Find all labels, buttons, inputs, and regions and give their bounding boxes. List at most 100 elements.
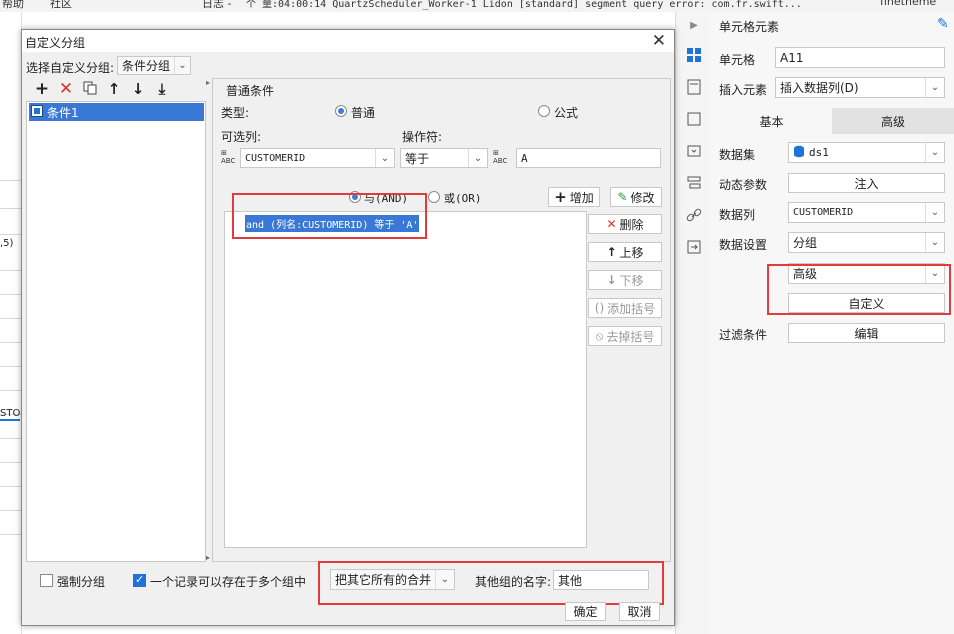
- data-setting-label: 数据设置: [719, 238, 768, 252]
- background-sheet: ,5) STO: [0, 12, 22, 634]
- tab-advanced[interactable]: 高级: [832, 108, 954, 134]
- force-group-label: 强制分组: [57, 575, 106, 589]
- tree-item[interactable]: 条件1: [29, 103, 204, 121]
- cell-icon: [31, 104, 43, 120]
- insert-element-select[interactable]: 插入数据列(D) ⌄: [775, 77, 945, 98]
- chevron-down-icon: ⌄: [375, 149, 394, 167]
- radio-or-label: 或(OR): [444, 192, 482, 205]
- value-input[interactable]: A: [516, 148, 661, 168]
- delete-button[interactable]: ✕ 删除: [588, 214, 662, 234]
- add-icon: +: [554, 188, 567, 206]
- custom-group-dialog: 自定义分组 ✕ 选择自定义分组: 条件分组 ⌄ + ✕ ↑ ↓ ⤓ 条件1 ▸ ▸…: [21, 29, 675, 626]
- cell-label: 单元格: [719, 53, 756, 67]
- background-toolbar: 帮助 社区 日志 - 个 量:04:00:14 QuartzScheduler_…: [0, 0, 954, 12]
- operator-select[interactable]: 等于 ⌄: [400, 148, 488, 168]
- add-bracket-button[interactable]: () 添加括号: [588, 298, 662, 318]
- chevron-down-icon: ⌄: [925, 143, 944, 162]
- operator-label: 操作符:: [402, 130, 443, 144]
- multi-group-checkbox[interactable]: [133, 573, 146, 587]
- ok-button[interactable]: 确定: [565, 602, 606, 621]
- tab-basic[interactable]: 基本: [711, 108, 832, 134]
- dialog-title: 自定义分组: [25, 36, 86, 50]
- data-setting-select[interactable]: 分组 ⌄: [788, 232, 945, 253]
- dynamic-param-label: 动态参数: [719, 178, 768, 192]
- data-column-value: CUSTOMERID: [793, 207, 854, 218]
- hyperlink-icon[interactable]: [685, 206, 703, 224]
- radio-formula-label: 公式: [554, 106, 579, 120]
- cell-element-panel: 单元格元素 ✎ 单元格 A11 插入元素 插入数据列(D) ⌄ 基本 高级 数据…: [711, 12, 954, 634]
- radio-normal-label: 普通: [351, 106, 376, 120]
- remove-bracket-icon: ⦸: [595, 328, 604, 343]
- edit-icon[interactable]: ✎: [937, 16, 949, 32]
- highlight-box: [232, 193, 427, 239]
- filter-label: 过滤条件: [719, 328, 768, 342]
- data-column-select[interactable]: CUSTOMERID ⌄: [788, 202, 945, 223]
- data-setting-value: 分组: [793, 236, 818, 250]
- section-title: 普通条件: [224, 82, 277, 99]
- insert-element-value: 插入数据列(D): [780, 81, 859, 95]
- cancel-button[interactable]: 取消: [619, 602, 660, 621]
- highlight-box: [767, 264, 951, 315]
- cell-attribute-icon[interactable]: [685, 78, 703, 96]
- choose-group-label: 选择自定义分组:: [26, 61, 115, 75]
- close-icon[interactable]: ✕: [652, 31, 666, 51]
- export-icon[interactable]: [685, 238, 703, 256]
- bg-cell-text: STO: [0, 408, 21, 421]
- condition-attribute-icon[interactable]: [685, 174, 703, 192]
- move-down-button[interactable]: ↓ 下移: [588, 270, 662, 290]
- filter-edit-button[interactable]: 编辑: [788, 323, 945, 343]
- dialog-titlebar: 自定义分组 ✕: [22, 30, 674, 52]
- bg-log-text: 个 量:04:00:14 QuartzScheduler_Worker-1 Li…: [246, 0, 802, 10]
- data-column-label: 数据列: [719, 208, 756, 222]
- database-icon: [793, 145, 805, 161]
- column-value: CUSTOMERID: [245, 152, 306, 164]
- copy-icon[interactable]: [80, 81, 100, 98]
- chevron-down-icon: ⌄: [925, 203, 944, 222]
- add-condition-button[interactable]: + 增加: [548, 187, 600, 207]
- bg-theme-label: finetheme: [880, 0, 937, 8]
- operator-value: 等于: [405, 151, 430, 166]
- modify-condition-button[interactable]: ✎ 修改: [610, 187, 662, 207]
- tree-toolbar: + ✕ ↑ ↓ ⤓: [26, 78, 206, 100]
- column-select[interactable]: CUSTOMERID ⌄: [240, 148, 395, 168]
- group-type-select[interactable]: 条件分组 ⌄: [117, 56, 191, 75]
- condition-tree: 条件1: [26, 101, 206, 562]
- radio-or[interactable]: [428, 191, 440, 203]
- dataset-select[interactable]: ds1 ⌄: [788, 142, 945, 163]
- remove-bracket-button[interactable]: ⦸ 去掉括号: [588, 326, 662, 346]
- arrow-down-icon[interactable]: ↓: [128, 80, 148, 98]
- widget-icon[interactable]: [685, 142, 703, 160]
- move-up-button[interactable]: ↑ 上移: [588, 242, 662, 262]
- collapse-arrow-icon[interactable]: ▶: [685, 16, 703, 34]
- abc-icon: ⊞ ABC: [221, 149, 236, 165]
- dataset-value: ds1: [809, 146, 829, 159]
- radio-formula[interactable]: [538, 105, 550, 117]
- delete-icon[interactable]: ✕: [56, 79, 76, 99]
- border-icon[interactable]: [685, 110, 703, 128]
- edit-icon: ✎: [617, 190, 628, 204]
- add-icon[interactable]: +: [32, 79, 52, 99]
- arrow-up-icon[interactable]: ↑: [104, 80, 124, 98]
- chevron-down-icon: ⌄: [174, 57, 190, 74]
- inject-button[interactable]: 注入: [788, 173, 945, 193]
- move-bottom-icon[interactable]: ⤓: [152, 80, 172, 98]
- arrow-up-icon: ↑: [606, 245, 617, 259]
- cell-input[interactable]: A11: [775, 47, 945, 68]
- group-type-value: 条件分组: [122, 59, 171, 73]
- delete-icon: ✕: [606, 217, 617, 231]
- force-group-checkbox[interactable]: [40, 574, 53, 587]
- panel-title: 单元格元素: [719, 20, 780, 34]
- insert-element-label: 插入元素: [719, 83, 768, 97]
- radio-normal[interactable]: [335, 105, 347, 117]
- cell-element-icon[interactable]: [685, 46, 703, 64]
- tree-item-label: 条件1: [47, 105, 79, 120]
- highlight-box: [318, 561, 664, 605]
- chevron-down-icon: ⌄: [925, 233, 944, 252]
- condition-list: and (列名:CUSTOMERID) 等于 'A': [224, 211, 587, 548]
- bg-menu-help: 帮助: [2, 0, 24, 10]
- value-text: A: [521, 151, 528, 165]
- bg-menu-community: 社区: [50, 0, 72, 10]
- abc-icon: ⊞ ABC: [493, 149, 508, 165]
- bg-log-label: 日志 -: [202, 0, 232, 10]
- type-label: 类型:: [221, 106, 250, 120]
